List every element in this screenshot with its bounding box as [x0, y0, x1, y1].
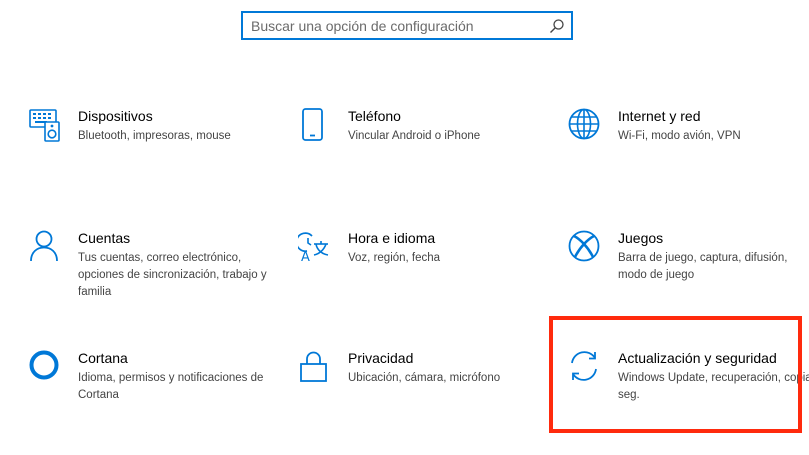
tile-title: Dispositivos — [78, 108, 153, 124]
tile-title: Internet y red — [618, 108, 701, 124]
tile-title: Hora e idioma — [348, 230, 436, 246]
globe-icon — [568, 108, 600, 140]
xbox-icon — [568, 230, 600, 262]
search-input[interactable] — [251, 13, 541, 38]
tile-juegos[interactable]: Juegos Barra de juego, captura, difusión… — [568, 230, 808, 330]
tile-hora-e-idioma[interactable]: A Hora e idioma Voz, región, fecha — [298, 230, 538, 330]
tile-description: Ubicación, cámara, micrófono — [348, 372, 501, 384]
tile-title: Cuentas — [78, 230, 131, 246]
phone-icon — [302, 108, 323, 141]
tile-title: Juegos — [618, 230, 664, 246]
tile-dispositivos[interactable]: Dispositivos Bluetooth, impresoras, mous… — [28, 108, 268, 208]
tile-description: Tus cuentas, correo electrónico, opcione… — [78, 252, 267, 298]
tile-description: Wi-Fi, modo avión, VPN — [618, 130, 741, 142]
svg-text:A: A — [301, 250, 310, 264]
cortana-icon — [29, 350, 59, 380]
tile-title: Teléfono — [348, 108, 401, 124]
tile-description: Idioma, permisos y notificaciones de Cor… — [78, 372, 264, 401]
tile-title: Privacidad — [348, 350, 414, 366]
tile-description: Vincular Android o iPhone — [348, 130, 481, 142]
tile-title: Cortana — [78, 350, 128, 366]
person-icon — [30, 230, 58, 262]
tile-internet-y-red[interactable]: Internet y red Wi-Fi, modo avión, VPN — [568, 108, 808, 208]
tile-description: Bluetooth, impresoras, mouse — [78, 130, 231, 142]
time-language-icon: A — [298, 232, 329, 264]
search-icon[interactable] — [549, 18, 565, 34]
highlight-box — [549, 316, 802, 433]
tile-cortana[interactable]: Cortana Idioma, permisos y notificacione… — [28, 350, 268, 450]
tile-privacidad[interactable]: Privacidad Ubicación, cámara, micrófono — [298, 350, 538, 450]
search-box[interactable] — [241, 11, 573, 40]
tile-telefono[interactable]: Teléfono Vincular Android o iPhone — [298, 108, 538, 208]
tile-cuentas[interactable]: Cuentas Tus cuentas, correo electrónico,… — [28, 230, 268, 330]
lock-icon — [300, 351, 327, 382]
devices-icon — [29, 109, 60, 142]
tile-description: Barra de juego, captura, difusión, modo … — [618, 252, 788, 281]
tile-description: Voz, región, fecha — [348, 252, 441, 264]
